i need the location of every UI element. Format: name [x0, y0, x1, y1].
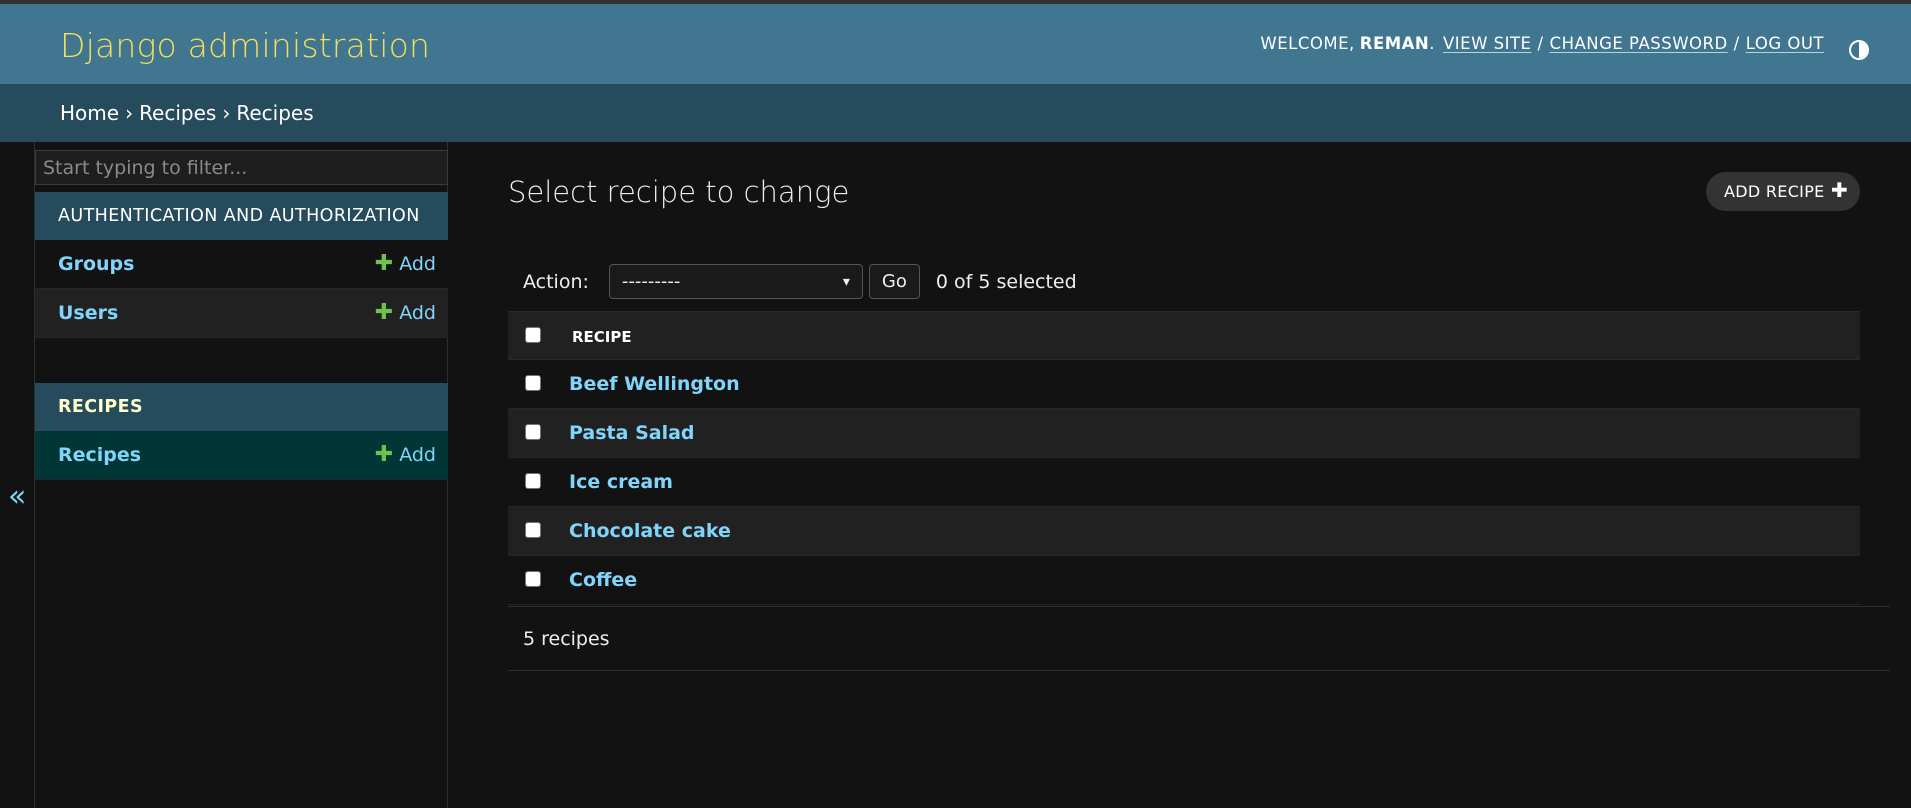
paginator: 5 recipes	[508, 606, 1890, 671]
add-label: Add	[399, 253, 436, 275]
breadcrumb-separator: ›	[222, 101, 231, 125]
column-header-recipe[interactable]: RECIPE	[572, 328, 632, 346]
separator: /	[1537, 34, 1544, 53]
chevron-down-icon: ▾	[842, 273, 850, 290]
view-site-link[interactable]: VIEW SITE	[1443, 34, 1531, 53]
row-checkbox[interactable]	[525, 424, 541, 440]
breadcrumb-separator: ›	[125, 101, 134, 125]
collapse-sidebar-icon[interactable]: «	[8, 482, 26, 512]
add-label: Add	[399, 302, 436, 324]
module-caption-recipes[interactable]: Recipes	[35, 383, 448, 431]
sidebar-item-users-link[interactable]: Users	[58, 302, 118, 324]
add-label: Add	[399, 444, 436, 466]
nav-sidebar: Authentication and Authorization Groups …	[35, 142, 448, 808]
add-plus-icon: ✚	[374, 442, 394, 467]
username: REMAN	[1359, 34, 1430, 53]
user-tools: WELCOME, REMAN. VIEW SITE / CHANGE PASSW…	[1260, 34, 1824, 53]
row-checkbox[interactable]	[525, 522, 541, 538]
users-add-link[interactable]: ✚ Add	[374, 300, 436, 325]
table-row: Coffee	[508, 556, 1860, 605]
actions-bar: Action: --------- ▾ Go 0 of 5 selected	[508, 257, 1860, 306]
table-header: RECIPE	[508, 311, 1860, 360]
table-row: Pasta Salad	[508, 409, 1860, 458]
recipes-add-link[interactable]: ✚ Add	[374, 442, 436, 467]
sidebar-item-recipes-link[interactable]: Recipes	[58, 444, 141, 466]
action-select[interactable]: --------- ▾	[608, 264, 863, 299]
select-all-checkbox[interactable]	[525, 327, 541, 343]
action-counter: 0 of 5 selected	[935, 270, 1077, 293]
welcome-text: WELCOME,	[1260, 34, 1355, 53]
change-password-link[interactable]: CHANGE PASSWORD	[1550, 34, 1728, 53]
table-row: Chocolate cake	[508, 507, 1860, 556]
row-checkbox[interactable]	[525, 473, 541, 489]
breadcrumb: Home › Recipes › Recipes	[0, 84, 1911, 142]
sidebar-collapse-rail: «	[0, 142, 35, 808]
sidebar-item-recipes: Recipes ✚ Add	[35, 431, 448, 480]
sidebar-item-groups-link[interactable]: Groups	[58, 253, 134, 275]
module-caption-auth[interactable]: Authentication and Authorization	[35, 192, 448, 240]
recipe-link[interactable]: Coffee	[569, 569, 637, 591]
site-header: Django administration WELCOME, REMAN. VI…	[0, 4, 1911, 84]
breadcrumb-home[interactable]: Home	[60, 101, 119, 125]
recipe-link[interactable]: Pasta Salad	[569, 422, 695, 444]
page-title: Select recipe to change	[508, 175, 850, 209]
add-recipe-label: ADD RECIPE	[1724, 182, 1825, 201]
nav-filter-input[interactable]	[35, 150, 448, 185]
separator: /	[1733, 34, 1740, 53]
row-checkbox[interactable]	[525, 375, 541, 391]
table-row: Ice cream	[508, 458, 1860, 507]
theme-toggle-icon[interactable]	[1849, 40, 1869, 60]
recipe-link[interactable]: Beef Wellington	[569, 373, 740, 395]
recipe-link[interactable]: Chocolate cake	[569, 520, 731, 542]
go-button[interactable]: Go	[868, 264, 920, 299]
groups-add-link[interactable]: ✚ Add	[374, 251, 436, 276]
recipe-link[interactable]: Ice cream	[569, 471, 673, 493]
breadcrumb-app[interactable]: Recipes	[139, 101, 216, 125]
sidebar-item-users: Users ✚ Add	[35, 289, 448, 338]
log-out-link[interactable]: LOG OUT	[1746, 34, 1824, 53]
site-brand-link[interactable]: Django administration	[60, 26, 430, 65]
add-recipe-button[interactable]: ADD RECIPE ✚	[1706, 172, 1860, 211]
row-checkbox[interactable]	[525, 571, 541, 587]
table-row: Beef Wellington	[508, 360, 1860, 409]
add-plus-icon: ✚	[374, 300, 394, 325]
breadcrumb-current: Recipes	[236, 101, 314, 125]
action-select-value: ---------	[621, 271, 681, 292]
sidebar-item-groups: Groups ✚ Add	[35, 240, 448, 289]
plus-icon: ✚	[1830, 178, 1848, 202]
add-plus-icon: ✚	[374, 251, 394, 276]
action-label: Action:	[523, 270, 589, 293]
